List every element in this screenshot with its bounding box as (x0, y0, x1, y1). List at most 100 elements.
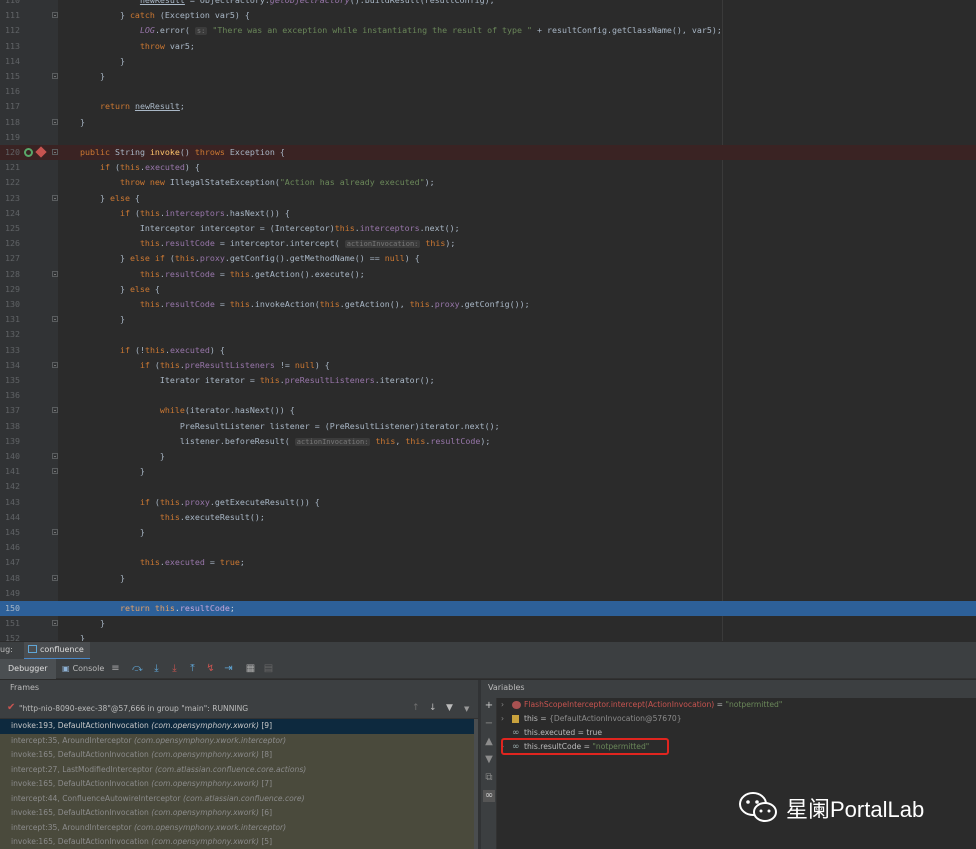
thread-selector[interactable]: ✔ "http-nio-8090-exec-38"@57,666 in grou… (0, 699, 478, 719)
frame-item[interactable]: invoke:165, DefaultActionInvocation (com… (0, 777, 474, 792)
line-number[interactable]: 110 (0, 0, 20, 8)
frame-item[interactable]: intercept:35, AroundInterceptor (com.ope… (0, 733, 474, 748)
chevron-right-icon[interactable]: › (501, 712, 504, 726)
code-line[interactable]: 118 } (0, 115, 976, 130)
code-line[interactable]: 125 Interceptor interceptor = (Intercept… (0, 221, 976, 236)
fold-marker-icon[interactable] (52, 361, 58, 368)
code-line[interactable]: 114 } (0, 54, 976, 69)
breakpoint-icon[interactable] (35, 146, 47, 158)
line-number[interactable]: 139 (0, 434, 20, 449)
code-line[interactable]: 121 if (this.executed) { (0, 160, 976, 175)
fold-marker-icon[interactable] (52, 118, 58, 125)
line-number[interactable]: 114 (0, 54, 20, 69)
line-number[interactable]: 143 (0, 495, 20, 510)
line-number[interactable]: 115 (0, 69, 20, 84)
line-number[interactable]: 111 (0, 8, 20, 23)
force-step-into-icon[interactable]: ⤓ (169, 663, 180, 674)
code-line[interactable]: 149 (0, 586, 976, 601)
line-number[interactable]: 124 (0, 206, 20, 221)
fold-marker-icon[interactable] (52, 270, 58, 277)
line-number[interactable]: 142 (0, 479, 20, 494)
chevron-right-icon[interactable]: › (501, 698, 504, 712)
menu-icon[interactable]: ≡ (110, 663, 121, 674)
line-number[interactable]: 145 (0, 525, 20, 540)
code-line[interactable]: 139 listener.beforeResult( actionInvocat… (0, 434, 976, 449)
code-line[interactable]: 150 return this.resultCode; (0, 601, 976, 617)
fold-marker-icon[interactable] (52, 12, 58, 19)
tab-debugger[interactable]: Debugger (0, 659, 56, 679)
line-number[interactable]: 141 (0, 464, 20, 479)
step-into-icon[interactable]: ⤓ (151, 663, 162, 674)
line-number[interactable]: 126 (0, 236, 20, 251)
frame-item[interactable]: invoke:165, DefaultActionInvocation (com… (0, 806, 474, 821)
line-number[interactable]: 118 (0, 115, 20, 130)
line-number[interactable]: 116 (0, 84, 20, 99)
arrow-down-icon[interactable]: ↓ (429, 703, 437, 713)
code-line[interactable]: 132 (0, 327, 976, 342)
line-number[interactable]: 135 (0, 373, 20, 388)
method-breakpoint-icon[interactable] (24, 148, 33, 157)
frame-item[interactable]: intercept:35, AroundInterceptor (com.ope… (0, 820, 474, 835)
code-line[interactable]: 131 } (0, 312, 976, 327)
line-number[interactable]: 151 (0, 616, 20, 631)
fold-marker-icon[interactable] (52, 194, 58, 201)
code-line[interactable]: 142 (0, 479, 976, 494)
fold-marker-icon[interactable] (52, 149, 58, 155)
line-number[interactable]: 123 (0, 191, 20, 206)
fold-marker-icon[interactable] (52, 529, 58, 535)
line-number[interactable]: 125 (0, 221, 20, 236)
line-number[interactable]: 119 (0, 130, 20, 145)
fold-marker-icon[interactable] (52, 407, 58, 414)
code-line[interactable]: 111 } catch (Exception var5) { (0, 8, 976, 23)
code-line[interactable]: 127 } else if (this.proxy.getConfig().ge… (0, 251, 976, 266)
code-line[interactable]: 145 } (0, 525, 976, 540)
code-line[interactable]: 138 PreResultListener listener = (PreRes… (0, 419, 976, 434)
layout-icon[interactable]: ▤ (263, 663, 274, 674)
frame-item[interactable]: intercept:27, LastModifiedInterceptor (c… (0, 762, 474, 777)
step-over-icon[interactable]: ⤼ (132, 663, 143, 674)
code-line[interactable]: 120 public String invoke() throws Except… (0, 145, 976, 161)
code-line[interactable]: 143 if (this.proxy.getExecuteResult()) { (0, 495, 976, 510)
fold-marker-icon[interactable] (52, 316, 58, 323)
code-line[interactable]: 124 if (this.interceptors.hasNext()) { (0, 206, 976, 221)
line-number[interactable]: 128 (0, 267, 20, 282)
line-number[interactable]: 121 (0, 160, 20, 175)
fold-marker-icon[interactable] (52, 453, 58, 459)
line-number[interactable]: 152 (0, 631, 20, 641)
line-number[interactable]: 138 (0, 419, 20, 434)
frames-list[interactable]: invoke:193, DefaultActionInvocation (com… (0, 719, 474, 849)
code-line[interactable]: 136 (0, 388, 976, 403)
line-number[interactable]: 130 (0, 297, 20, 312)
move-up-icon[interactable]: ▲ (483, 736, 495, 748)
code-line[interactable]: 144 this.executeResult(); (0, 510, 976, 525)
dropdown-chevron-icon[interactable]: ▼ (464, 705, 469, 713)
fold-marker-icon[interactable] (52, 620, 58, 627)
code-line[interactable]: 133 if (!this.executed) { (0, 343, 976, 358)
code-line[interactable]: 129 } else { (0, 282, 976, 297)
filter-icon[interactable]: ▼ (446, 703, 453, 713)
debug-session-tab[interactable]: confluence (24, 642, 90, 660)
code-line[interactable]: 141 } (0, 464, 976, 479)
variable-row-return[interactable]: › FlashScopeInterceptor.intercept(Action… (497, 698, 976, 712)
line-number[interactable]: 113 (0, 39, 20, 54)
code-line[interactable]: 146 (0, 540, 976, 555)
line-number[interactable]: 140 (0, 449, 20, 464)
code-line[interactable]: 126 this.resultCode = interceptor.interc… (0, 236, 976, 251)
line-number[interactable]: 117 (0, 99, 20, 114)
frame-item[interactable]: intercept:44, ConfluenceAutowireIntercep… (0, 791, 474, 806)
tab-console[interactable]: ▣ Console (54, 659, 112, 679)
line-number[interactable]: 131 (0, 312, 20, 327)
drop-frame-icon[interactable]: ↯ (205, 663, 216, 674)
line-number[interactable]: 134 (0, 358, 20, 373)
run-to-cursor-icon[interactable]: ⇥ (223, 663, 234, 674)
code-line[interactable]: 148 } (0, 571, 976, 586)
code-line[interactable]: 116 (0, 84, 976, 99)
variable-row-this[interactable]: › this = {DefaultActionInvocation@57670} (497, 712, 976, 726)
code-line[interactable]: 130 this.resultCode = this.invokeAction(… (0, 297, 976, 312)
code-line[interactable]: 137 while(iterator.hasNext()) { (0, 403, 976, 418)
copy-icon[interactable]: ⧉ (483, 772, 495, 784)
line-number[interactable]: 136 (0, 388, 20, 403)
code-line[interactable]: 147 this.executed = true; (0, 555, 976, 570)
line-number[interactable]: 122 (0, 175, 20, 190)
code-line[interactable]: 110 newResult = ObjectFactory.getObjectF… (0, 0, 976, 8)
